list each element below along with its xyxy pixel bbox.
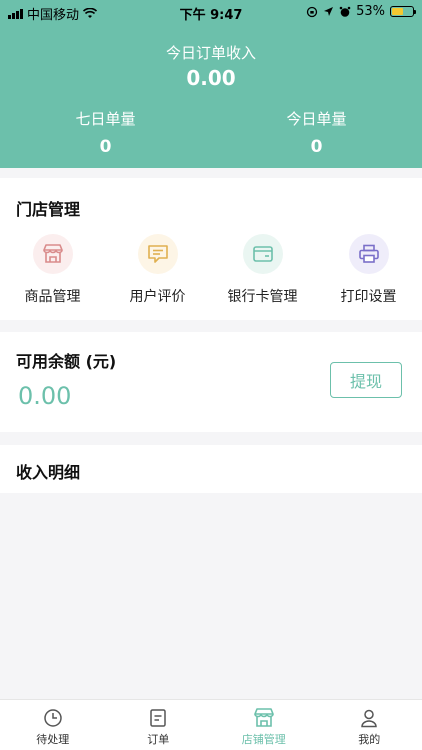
- battery-icon: [390, 6, 416, 17]
- printer-icon: [348, 234, 389, 274]
- location-icon: [324, 7, 334, 16]
- shop-icon: [253, 708, 274, 727]
- seven-day-stat: 七日单量 0: [0, 108, 211, 157]
- tab-shop-management[interactable]: 店铺管理: [211, 700, 317, 750]
- balance-value: 0.00: [18, 382, 72, 410]
- store-management-card: 门店管理 商品管理 用户评价 银行卡管理 打印设置: [0, 178, 422, 320]
- today-count-stat: 今日单量 0: [211, 108, 422, 157]
- status-bar: 中国移动 下午 9:47 53%: [0, 0, 422, 24]
- bank-card-label: 银行卡管理: [227, 289, 298, 305]
- today-income-label: 今日订单收入: [165, 44, 256, 62]
- tab-pending-label: 待处理: [36, 733, 70, 746]
- order-icon: [150, 709, 166, 727]
- store-management-title: 门店管理: [16, 200, 81, 219]
- income-details-title: 收入明细: [16, 463, 81, 482]
- rotation-lock-icon: [306, 6, 318, 17]
- seven-day-value: 0: [99, 137, 112, 157]
- tab-orders-label: 订单: [147, 733, 170, 746]
- today-count-value: 0: [310, 137, 323, 157]
- tab-shop-management-label: 店铺管理: [241, 733, 286, 746]
- tab-mine-label: 我的: [358, 733, 381, 746]
- tab-pending[interactable]: 待处理: [0, 700, 106, 750]
- product-management-button[interactable]: 商品管理: [0, 234, 105, 306]
- user-review-button[interactable]: 用户评价: [105, 234, 210, 306]
- battery-label: 53%: [356, 4, 385, 19]
- header: 中国移动 下午 9:47 53% 今日订单收入 0.00 七日单量 0 今日单量…: [0, 0, 422, 168]
- bank-card-button[interactable]: 银行卡管理: [210, 234, 315, 306]
- print-settings-label: 打印设置: [340, 289, 397, 305]
- income-details-card: 收入明细: [0, 445, 422, 493]
- print-settings-button[interactable]: 打印设置: [316, 234, 421, 306]
- product-management-label: 商品管理: [24, 289, 81, 305]
- alarm-icon: [339, 6, 351, 17]
- tab-mine[interactable]: 我的: [317, 700, 422, 750]
- tab-bar: 待处理 订单 店铺管理 我的: [0, 699, 422, 750]
- tab-orders[interactable]: 订单: [106, 700, 212, 750]
- comment-icon: [137, 234, 178, 274]
- clock-icon: [44, 709, 62, 727]
- seven-day-label: 七日单量: [75, 110, 136, 128]
- store-icon: [32, 234, 73, 274]
- wallet-icon: [242, 234, 283, 274]
- today-count-label: 今日单量: [286, 110, 347, 128]
- balance-title: 可用余额 (元): [16, 352, 117, 371]
- user-review-label: 用户评价: [129, 289, 186, 305]
- user-icon: [361, 709, 378, 728]
- withdraw-button[interactable]: 提现: [330, 362, 402, 398]
- today-income-value: 0.00: [186, 66, 236, 90]
